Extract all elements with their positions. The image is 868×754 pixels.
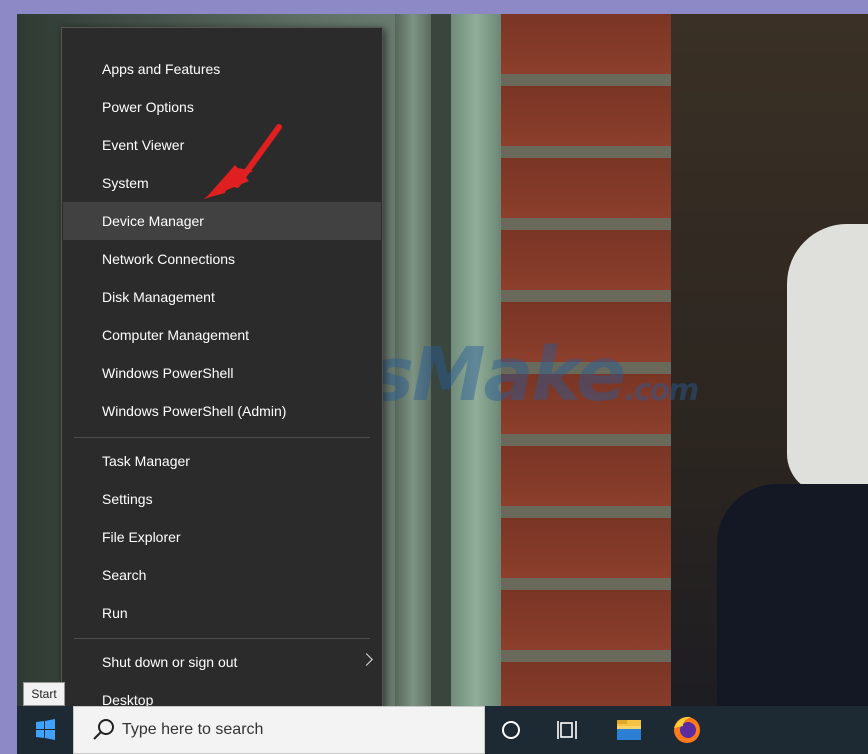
cortana-button[interactable] (487, 706, 535, 754)
desktop: TipsMake.com Apps and Features Power Opt… (17, 14, 868, 754)
file-explorer-folder-icon (617, 720, 641, 740)
search-placeholder: Type here to search (122, 721, 264, 738)
taskbar: Type here to search (17, 706, 868, 754)
search-icon (93, 719, 114, 740)
cortana-circle-icon (502, 721, 520, 739)
menu-item-file-explorer[interactable]: File Explorer (63, 518, 381, 556)
menu-separator (74, 638, 370, 639)
task-view-icon (557, 721, 577, 739)
firefox-icon (674, 716, 700, 743)
start-tooltip: Start (23, 682, 65, 706)
menu-item-apps-and-features[interactable]: Apps and Features (63, 50, 381, 88)
chevron-right-icon (360, 653, 373, 666)
menu-separator (74, 437, 370, 438)
menu-item-shut-down-or-sign-out[interactable]: Shut down or sign out (63, 643, 381, 681)
task-view-button[interactable] (545, 706, 593, 754)
menu-item-settings[interactable]: Settings (63, 480, 381, 518)
start-button[interactable] (17, 706, 73, 754)
menu-item-computer-management[interactable]: Computer Management (63, 316, 381, 354)
menu-item-windows-powershell-admin[interactable]: Windows PowerShell (Admin) (63, 392, 381, 430)
taskbar-search-box[interactable]: Type here to search (73, 706, 485, 754)
menu-item-task-manager[interactable]: Task Manager (63, 442, 381, 480)
firefox-button[interactable] (663, 706, 711, 754)
menu-item-search[interactable]: Search (63, 556, 381, 594)
menu-item-disk-management[interactable]: Disk Management (63, 278, 381, 316)
menu-item-windows-powershell[interactable]: Windows PowerShell (63, 354, 381, 392)
menu-item-label: Shut down or sign out (102, 654, 238, 670)
red-arrow-annotation (203, 124, 282, 199)
menu-item-run[interactable]: Run (63, 594, 381, 632)
menu-item-network-connections[interactable]: Network Connections (63, 240, 381, 278)
windows-logo-icon (36, 719, 55, 740)
file-explorer-button[interactable] (605, 706, 653, 754)
